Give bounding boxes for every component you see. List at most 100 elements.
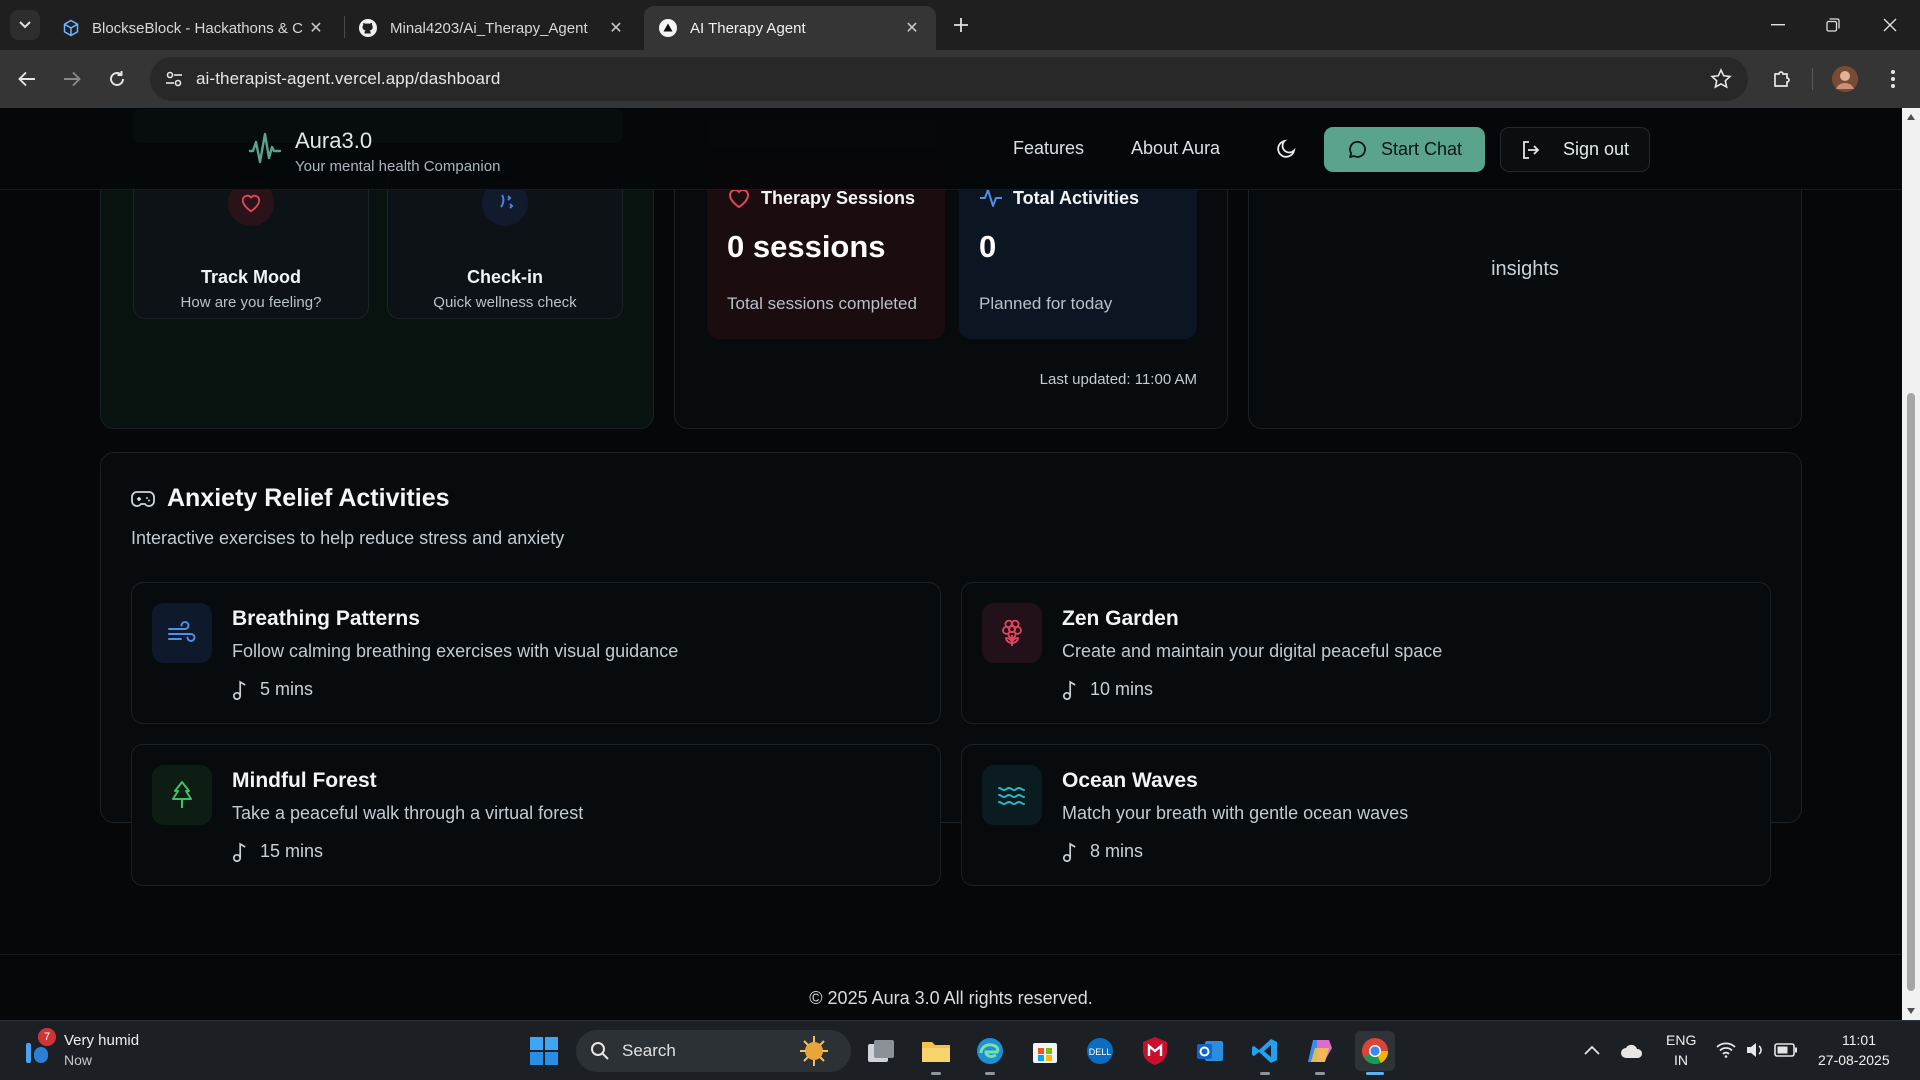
extensions-button[interactable] (1767, 64, 1797, 94)
scroll-up-arrow-icon[interactable] (1906, 112, 1916, 122)
stat-value: 0 (979, 229, 997, 264)
battery-icon[interactable] (1774, 1043, 1798, 1057)
kebab-menu-icon (1891, 70, 1895, 88)
taskbar-vscode[interactable] (1245, 1031, 1285, 1075)
close-icon[interactable]: ✕ (902, 18, 922, 38)
store-icon (1033, 1043, 1057, 1063)
dell-icon: DELL (1087, 1038, 1113, 1064)
waveform-icon (248, 132, 282, 164)
clock-time[interactable]: 11:01 (1842, 1032, 1876, 1048)
music-note-icon (232, 841, 246, 862)
page-scrollbar[interactable] (1902, 108, 1920, 1020)
music-note-icon (1062, 679, 1076, 700)
footer-copyright: © 2025 Aura 3.0 All rights reserved. (809, 988, 1093, 1008)
restore-button[interactable] (1815, 10, 1851, 40)
taskbar-task-view[interactable] (861, 1031, 901, 1071)
running-indicator (931, 1072, 941, 1075)
taskbar-search[interactable]: Search (576, 1030, 851, 1072)
activity-icon (980, 189, 1002, 207)
activity-icon-wrap (982, 765, 1042, 825)
tab-title: BlockseBlock - Hackathons & C (92, 19, 303, 37)
wind-icon (168, 621, 196, 642)
tab-title: Minal4203/Ai_Therapy_Agent (390, 19, 588, 37)
taskbar-file-explorer[interactable] (916, 1031, 956, 1075)
weather-alert-badge: 7 (38, 1028, 56, 1046)
reload-button[interactable] (103, 65, 131, 93)
volume-icon[interactable] (1745, 1042, 1765, 1058)
activity-breathing-patterns[interactable]: Breathing Patterns Follow calming breath… (131, 582, 941, 724)
language-indicator[interactable]: ENG (1666, 1032, 1696, 1048)
clock-date[interactable]: 27-08-2025 (1818, 1052, 1890, 1068)
windows-taskbar: 7 Very humid Now Search DELL ENG IN 11:0… (0, 1020, 1920, 1080)
quick-action-title: Check-in (466, 267, 544, 287)
activities-subtitle: Interactive exercises to help reduce str… (131, 528, 565, 548)
activities-title: Anxiety Relief Activities (167, 484, 450, 512)
tab-search-button[interactable] (10, 10, 40, 40)
minimize-icon (1771, 24, 1785, 26)
arrow-right-icon (64, 71, 81, 87)
check-in-button[interactable]: Check-in Quick wellness check (387, 169, 623, 319)
tab-ai-therapy-agent[interactable]: AI Therapy Agent ✕ (644, 6, 936, 50)
taskbar-copilot[interactable] (1300, 1031, 1340, 1075)
gamepad-icon (131, 490, 155, 507)
activity-description: Create and maintain your digital peacefu… (1062, 641, 1443, 661)
activity-duration-text: 5 mins (260, 679, 314, 699)
minimize-button[interactable] (1760, 10, 1796, 40)
taskbar-mcafee[interactable] (1135, 1031, 1175, 1071)
insights-text: insights (1491, 258, 1559, 280)
track-mood-button[interactable]: Track Mood How are you feeling? (133, 169, 369, 319)
copilot-icon (1308, 1040, 1332, 1062)
arrow-left-icon (18, 71, 35, 87)
activity-name: Ocean Waves (1062, 769, 1198, 792)
bookmark-star-icon[interactable] (1710, 68, 1732, 90)
taskbar-outlook[interactable] (1190, 1031, 1230, 1071)
activity-mindful-forest[interactable]: Mindful Forest Take a peaceful walk thro… (131, 744, 941, 886)
taskbar-chrome[interactable] (1355, 1031, 1395, 1075)
back-button[interactable] (13, 65, 41, 93)
sign-out-button[interactable]: Sign out (1500, 127, 1650, 172)
toolbar-divider (1812, 68, 1813, 90)
chevron-up-icon[interactable] (1584, 1045, 1600, 1055)
vscode-icon (1252, 1039, 1277, 1063)
close-icon[interactable]: ✕ (606, 18, 626, 38)
weather-title[interactable]: Very humid (64, 1032, 139, 1049)
activity-ocean-waves[interactable]: Ocean Waves Match your breath with gentl… (961, 744, 1771, 886)
search-label: Search (622, 1041, 676, 1060)
brand-name[interactable]: Aura3.0 (295, 128, 372, 154)
activity-icon-wrap (152, 603, 212, 663)
taskbar-edge[interactable] (970, 1031, 1010, 1075)
new-tab-button[interactable] (948, 12, 974, 38)
scrollbar-thumb[interactable] (1907, 393, 1915, 991)
start-button[interactable] (524, 1031, 564, 1071)
tab-github[interactable]: Minal4203/Ai_Therapy_Agent ✕ (344, 6, 640, 50)
forward-button[interactable] (58, 65, 86, 93)
cube-icon (63, 19, 79, 37)
tab-blockseblock[interactable]: BlockseBlock - Hackathons & C ✕ (48, 6, 340, 50)
cloud-icon[interactable] (1620, 1043, 1644, 1059)
browser-menu-button[interactable] (1878, 64, 1908, 94)
music-note-icon (1062, 841, 1076, 862)
taskbar-store[interactable] (1025, 1031, 1065, 1071)
address-bar[interactable]: ai-therapist-agent.vercel.app/dashboard (150, 57, 1748, 101)
scroll-down-arrow-icon[interactable] (1906, 1006, 1916, 1016)
start-chat-label: Start Chat (1380, 139, 1463, 159)
start-chat-button[interactable]: Start Chat (1324, 127, 1485, 172)
activity-duration-text: 15 mins (260, 841, 324, 861)
wifi-icon[interactable] (1716, 1042, 1736, 1058)
close-window-button[interactable] (1872, 10, 1908, 40)
taskbar-dell[interactable]: DELL (1080, 1031, 1120, 1071)
reload-icon (110, 71, 124, 86)
browser-tab-strip: BlockseBlock - Hackathons & C ✕ Minal420… (0, 0, 1920, 50)
tree-icon (172, 781, 192, 808)
mcafee-shield-icon (1143, 1037, 1167, 1065)
close-icon[interactable]: ✕ (306, 18, 326, 38)
weather-subtitle: Now (64, 1052, 93, 1068)
nav-about-aura[interactable]: About Aura (1131, 138, 1220, 159)
activity-zen-garden[interactable]: Zen Garden Create and maintain your digi… (961, 582, 1771, 724)
profile-avatar[interactable] (1830, 64, 1860, 94)
nav-features[interactable]: Features (1013, 138, 1084, 159)
stat-heading: Therapy Sessions (727, 187, 915, 209)
site-settings-icon[interactable] (164, 69, 184, 89)
running-indicator (1315, 1072, 1325, 1075)
moon-icon[interactable] (1276, 137, 1298, 159)
